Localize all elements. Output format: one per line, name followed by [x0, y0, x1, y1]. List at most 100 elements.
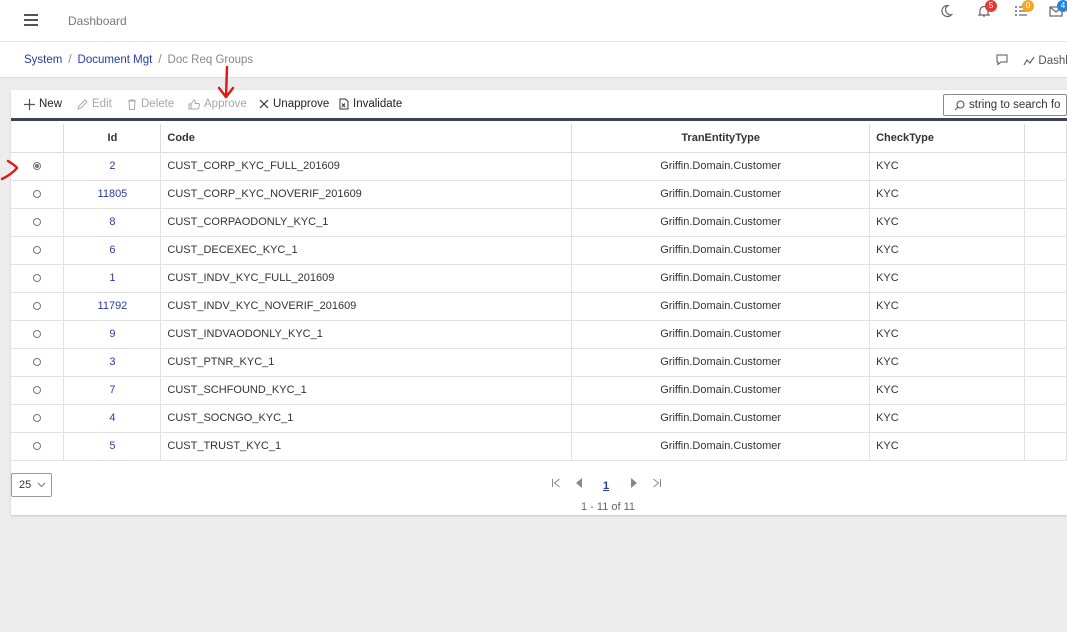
check-type-cell: KYC — [869, 347, 1025, 377]
check-type-cell: KYC — [869, 431, 1025, 461]
id-cell[interactable]: 1 — [63, 263, 162, 293]
row-select-radio[interactable] — [33, 442, 42, 451]
row-select-cell[interactable] — [11, 347, 65, 377]
extra-cell — [1024, 235, 1067, 265]
code-cell: CUST_INDVAODONLY_KYC_1 — [160, 319, 573, 349]
row-select-radio[interactable] — [33, 302, 42, 311]
row-select-cell[interactable] — [11, 207, 65, 237]
tran-entity-type-cell: Griffin.Domain.Customer — [571, 179, 871, 209]
extra-column-header — [1024, 124, 1067, 153]
chevron-down-icon — [37, 482, 46, 488]
search-input[interactable] — [969, 99, 1061, 111]
table-row[interactable]: 9 CUST_INDVAODONLY_KYC_1 Griffin.Domain.Cu… — [11, 319, 1067, 349]
table-row[interactable]: 2 CUST_CORP_KYC_FULL_201609 Griffin.Domain… — [11, 151, 1067, 181]
breadcrumb-document-mgt[interactable]: Document Mgt — [78, 54, 153, 66]
row-select-radio[interactable] — [33, 414, 42, 423]
row-select-cell[interactable] — [11, 263, 65, 293]
code-cell: CUST_INDV_KYC_FULL_201609 — [160, 263, 573, 293]
row-select-cell[interactable] — [11, 431, 65, 461]
row-select-radio[interactable] — [33, 274, 42, 283]
row-select-cell[interactable] — [11, 291, 65, 321]
invalidate-button[interactable]: Invalidate — [339, 98, 402, 110]
dark-mode-moon-icon[interactable] — [939, 4, 955, 22]
tasks-list-icon[interactable]: 0 — [1014, 0, 1034, 22]
check-type-column-header[interactable]: CheckType — [869, 124, 1025, 153]
breadcrumb: System / Document Mgt / Doc Req Groups — [24, 54, 253, 66]
dashboard-link[interactable]: Dashbo — [1023, 55, 1067, 68]
id-cell[interactable]: 6 — [63, 235, 162, 265]
plus-icon — [24, 98, 35, 110]
table-row[interactable]: 5 CUST_TRUST_KYC_1 Griffin.Domain.Customer… — [11, 431, 1067, 461]
approve-button-label: Approve — [204, 98, 247, 110]
id-column-header[interactable]: Id — [63, 124, 162, 153]
code-cell: CUST_CORPAODONLY_KYC_1 — [160, 207, 573, 237]
table-row[interactable]: 11792 CUST_INDV_KYC_NOVERIF_201609 Griffin… — [11, 291, 1067, 321]
row-select-radio[interactable] — [33, 358, 42, 367]
page-size-select[interactable]: 25 — [11, 473, 52, 497]
id-cell[interactable]: 2 — [63, 151, 162, 181]
table-row[interactable]: 6 CUST_DECEXEC_KYC_1 Griffin.Domain.Custom… — [11, 235, 1067, 265]
unapprove-button-label: Unapprove — [273, 98, 330, 110]
doc-req-groups-table: Id Code TranEntityType CheckType 2 CUST_C… — [11, 124, 1067, 461]
messages-envelope-icon[interactable]: 4 — [1049, 0, 1067, 22]
id-cell[interactable]: 11792 — [63, 291, 162, 321]
hamburger-menu-icon[interactable] — [24, 14, 38, 26]
extra-cell — [1024, 403, 1067, 433]
edit-button-label: Edit — [92, 98, 112, 110]
id-cell[interactable]: 4 — [63, 403, 162, 433]
previous-page-icon[interactable] — [575, 478, 583, 491]
page-number-current[interactable]: 1 — [603, 480, 609, 492]
code-cell: CUST_SCHFOUND_KYC_1 — [160, 375, 573, 405]
code-cell: CUST_DECEXEC_KYC_1 — [160, 235, 573, 265]
code-cell: CUST_PTNR_KYC_1 — [160, 347, 573, 377]
breadcrumb-system[interactable]: System — [24, 54, 62, 66]
table-header-row: Id Code TranEntityType CheckType — [11, 124, 1067, 153]
last-page-icon[interactable] — [652, 478, 662, 491]
id-cell[interactable]: 11805 — [63, 179, 162, 209]
row-select-radio[interactable] — [33, 386, 42, 395]
delete-button[interactable]: Delete — [127, 98, 174, 110]
messages-badge: 4 — [1057, 0, 1067, 12]
row-select-cell[interactable] — [11, 179, 65, 209]
extra-cell — [1024, 431, 1067, 461]
next-page-icon[interactable] — [630, 478, 638, 491]
id-cell[interactable]: 3 — [63, 347, 162, 377]
unapprove-button[interactable]: Unapprove — [259, 98, 329, 110]
first-page-icon[interactable] — [551, 478, 561, 491]
check-type-cell: KYC — [869, 403, 1025, 433]
row-select-cell[interactable] — [11, 235, 65, 265]
row-select-radio[interactable] — [33, 218, 42, 227]
approve-button[interactable]: Approve — [188, 98, 247, 110]
id-cell[interactable]: 7 — [63, 375, 162, 405]
select-column-header — [11, 124, 65, 153]
top-bar: Dashboard 5 0 4 — [0, 0, 1067, 42]
row-select-radio[interactable] — [33, 330, 42, 339]
row-select-radio[interactable] — [33, 162, 42, 171]
row-select-radio[interactable] — [33, 190, 42, 199]
table-row[interactable]: 3 CUST_PTNR_KYC_1 Griffin.Domain.Customer K… — [11, 347, 1067, 377]
delete-button-label: Delete — [141, 98, 175, 110]
row-select-cell[interactable] — [11, 403, 65, 433]
code-column-header[interactable]: Code — [160, 124, 573, 153]
edit-button[interactable]: Edit — [77, 98, 112, 110]
tran-entity-type-column-header[interactable]: TranEntityType — [571, 124, 871, 153]
table-row[interactable]: 1 CUST_INDV_KYC_FULL_201609 Griffin.Domain… — [11, 263, 1067, 293]
table-row[interactable]: 8 CUST_CORPAODONLY_KYC_1 Griffin.Domain.Cu… — [11, 207, 1067, 237]
new-button[interactable]: New — [24, 98, 62, 110]
search-box[interactable] — [943, 94, 1067, 116]
row-select-cell[interactable] — [11, 375, 65, 405]
id-cell[interactable]: 5 — [63, 431, 162, 461]
row-select-cell[interactable] — [11, 319, 65, 349]
table-row[interactable]: 11805 CUST_CORP_KYC_NOVERIF_201609 Griffin… — [11, 179, 1067, 209]
id-cell[interactable]: 9 — [63, 319, 162, 349]
row-select-cell[interactable] — [11, 151, 65, 181]
tran-entity-type-cell: Griffin.Domain.Customer — [571, 375, 871, 405]
tran-entity-type-cell: Griffin.Domain.Customer — [571, 235, 871, 265]
extra-cell — [1024, 375, 1067, 405]
table-row[interactable]: 7 CUST_SCHFOUND_KYC_1 Griffin.Domain.Custo… — [11, 375, 1067, 405]
row-select-radio[interactable] — [33, 246, 42, 255]
notifications-bell-icon[interactable]: 5 — [977, 0, 997, 22]
id-cell[interactable]: 8 — [63, 207, 162, 237]
table-row[interactable]: 4 CUST_SOCNGO_KYC_1 Griffin.Domain.Custome… — [11, 403, 1067, 433]
comment-icon[interactable] — [996, 54, 1008, 69]
